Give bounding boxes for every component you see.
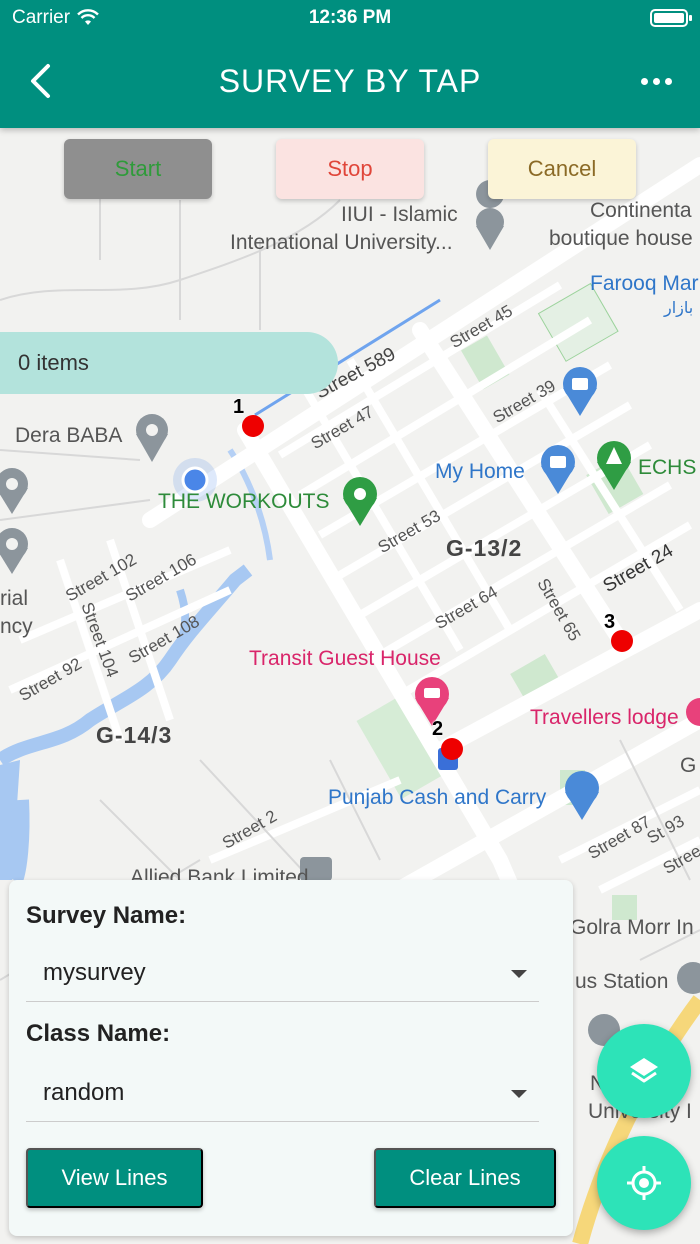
poi-label: Continenta: [590, 199, 692, 222]
class-name-label: Class Name:: [26, 1020, 171, 1047]
items-count: 0 items: [18, 350, 89, 375]
poi-label: Intenational University...: [230, 231, 453, 254]
more-dots-icon: [640, 77, 648, 85]
status-bar: Carrier 12:36 PM: [0, 0, 700, 36]
stop-button[interactable]: Stop: [276, 139, 424, 199]
view-lines-button[interactable]: View Lines: [26, 1148, 203, 1208]
title-bar: SURVEY BY TAP: [0, 36, 700, 128]
poi-label: boutique house: [549, 227, 693, 250]
class-name-value: random: [43, 1078, 125, 1106]
poi-label: ncy: [0, 615, 33, 638]
survey-name-dropdown[interactable]: mysurvey: [26, 944, 539, 1002]
poi-label: THE WORKOUTS: [158, 490, 330, 513]
page-title: SURVEY BY TAP: [218, 63, 482, 99]
poi-label: Golra Morr In: [570, 916, 694, 939]
app-bar: Carrier 12:36 PM SURVEY BY TAP: [0, 0, 700, 128]
survey-form-panel: Survey Name: mysurvey Class Name: random…: [9, 880, 573, 1236]
my-location-icon: [627, 1166, 661, 1200]
poi-label: rial: [0, 587, 29, 610]
class-name-dropdown[interactable]: random: [26, 1064, 539, 1122]
sector-label: G-14/3: [96, 722, 173, 748]
marker-number: 2: [432, 718, 444, 740]
start-button[interactable]: Start: [64, 139, 212, 199]
marker-number: 3: [604, 611, 616, 633]
clear-lines-button[interactable]: Clear Lines: [374, 1148, 556, 1208]
layers-button[interactable]: [597, 1024, 691, 1118]
sector-label: G-13/2: [446, 535, 523, 561]
poi-label: G: [680, 754, 697, 777]
poi-label: Farooq Mar: [590, 272, 699, 295]
marker-number: 1: [233, 396, 245, 418]
cancel-button[interactable]: Cancel: [488, 139, 636, 199]
poi-label: My Home: [435, 460, 525, 483]
poi-label: ECHS: [638, 456, 697, 479]
dropdown-caret-icon: [511, 1090, 527, 1098]
poi-label: Travellers lodge: [530, 706, 679, 729]
survey-marker[interactable]: [611, 630, 633, 652]
survey-name-value: mysurvey: [43, 958, 146, 986]
battery-icon: [650, 9, 692, 27]
dropdown-caret-icon: [511, 970, 527, 978]
my-location-button[interactable]: [597, 1136, 691, 1230]
items-count-badge: 0 items: [0, 332, 338, 394]
more-dots-icon: [664, 77, 672, 85]
poi-label: Dera BABA: [15, 424, 123, 447]
poi-label: us Station: [575, 970, 669, 993]
more-button[interactable]: [634, 66, 678, 96]
survey-name-label: Survey Name:: [26, 902, 187, 929]
status-time: 12:36 PM: [308, 7, 392, 28]
survey-marker[interactable]: [441, 738, 463, 760]
layers-icon: [630, 1058, 658, 1083]
poi-label: IIUI - Islamic: [341, 203, 458, 226]
poi-label: Transit Guest House: [249, 647, 441, 670]
poi-label: Punjab Cash and Carry: [328, 786, 547, 809]
poi-label: بازار: [664, 300, 694, 317]
survey-marker[interactable]: [242, 415, 264, 437]
more-dots-icon: [652, 77, 660, 85]
